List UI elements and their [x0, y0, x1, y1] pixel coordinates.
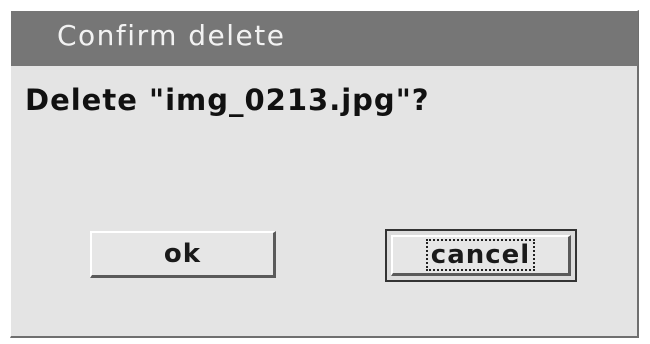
- ok-button[interactable]: ok: [90, 231, 276, 278]
- dialog-titlebar[interactable]: Confirm delete: [11, 11, 638, 66]
- dialog-title: Confirm delete: [57, 19, 286, 52]
- delete-confirmation-message: Delete "img_0213.jpg"?: [25, 83, 430, 117]
- cancel-button[interactable]: cancel: [391, 235, 571, 276]
- cancel-button-default-frame: cancel: [385, 229, 577, 282]
- confirm-delete-dialog: Confirm delete Delete "img_0213.jpg"? ok…: [10, 10, 639, 338]
- cancel-button-label: cancel: [425, 239, 536, 271]
